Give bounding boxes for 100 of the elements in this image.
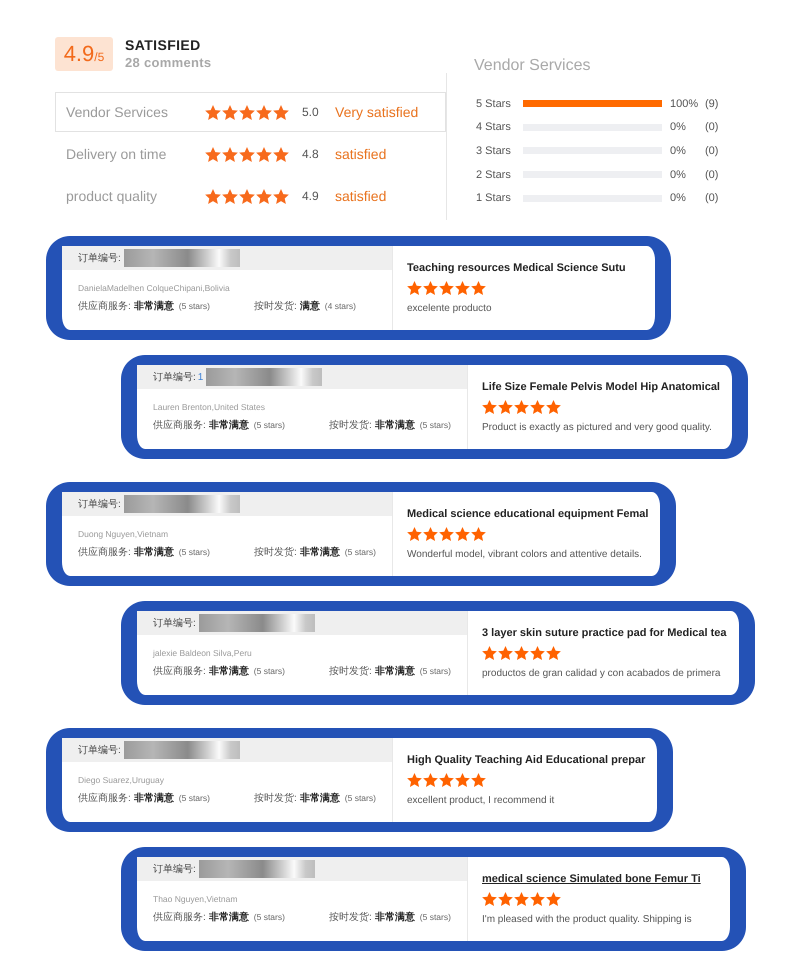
rating-label: 按时发货: xyxy=(254,792,297,805)
rating-value: 非常满意 xyxy=(300,546,340,559)
rating-label: 按时发货: xyxy=(329,664,372,678)
star-icon xyxy=(498,892,513,906)
rating-value: 非常满意 xyxy=(208,910,249,924)
star-icon xyxy=(407,281,422,295)
star-icon xyxy=(471,527,486,541)
star-icon xyxy=(273,146,289,162)
reviewer-name: Thao Nguyen,Vietnam xyxy=(153,893,238,905)
star-icon xyxy=(239,146,255,162)
star-icon xyxy=(205,146,221,162)
star-level-label: 3 Stars xyxy=(475,144,512,157)
rating-value: 非常满意 xyxy=(134,300,174,313)
star-icon xyxy=(482,646,497,660)
rating-label: 供应商服务: xyxy=(78,546,131,559)
star-icon xyxy=(205,104,221,120)
order-number-label: 订单编号: xyxy=(78,498,121,511)
product-title[interactable]: Teaching resources Medical Science Sutu xyxy=(407,261,626,275)
order-number-label: 订单编号: xyxy=(153,862,196,876)
star-icon xyxy=(423,773,438,787)
rating-verdict: satisfied xyxy=(335,188,386,204)
order-number-label: 订单编号: xyxy=(153,616,196,630)
rating-note: (5 stars) xyxy=(420,912,451,922)
rating-note: (5 stars) xyxy=(420,420,451,430)
rating-label: 供应商服务: xyxy=(153,910,206,924)
count-label: (9) xyxy=(705,98,718,110)
rating-label: 供应商服务: xyxy=(78,792,131,805)
reviewer-name: Duong Nguyen,Vietnam xyxy=(78,528,168,540)
rating-verdict: Very satisfied xyxy=(335,104,418,120)
rating-note: (4 stars) xyxy=(324,301,356,311)
review-comment: Product is exactly as pictured and very good quality. xyxy=(482,421,712,434)
count-label: (0) xyxy=(705,168,718,181)
reviewer-name: Diego Suarez,Uruguay xyxy=(78,774,164,786)
score-max: /5 xyxy=(94,50,104,64)
rating-note: (5 stars) xyxy=(420,666,451,676)
star-level-label: 2 Stars xyxy=(475,168,512,181)
review-comment: I'm pleased with the product quality. Shipping is xyxy=(482,913,692,926)
star-icon xyxy=(546,892,561,906)
review-comment: excelente producto xyxy=(407,302,492,315)
star-icon xyxy=(273,104,289,120)
rating-value: 非常满意 xyxy=(374,910,415,924)
star-icon xyxy=(222,146,238,162)
rating-label: Vendor Services xyxy=(65,104,169,120)
rating-note: (5 stars) xyxy=(344,793,376,803)
percent-label: 0% xyxy=(670,121,687,134)
product-title[interactable]: 3 layer skin suture practice pad for Medical tea xyxy=(482,626,727,640)
overall-verdict: SATISFIED xyxy=(125,37,202,54)
star-icon xyxy=(439,281,454,295)
star-icon xyxy=(546,400,561,414)
star-icon xyxy=(256,188,272,204)
rating-score: 5.0 xyxy=(302,105,320,119)
reviewer-name: DanielaMadelhen ColqueChipani,Bolivia xyxy=(78,282,230,294)
order-number: 1 xyxy=(198,372,204,382)
product-title[interactable]: medical science Simulated bone Femur Ti xyxy=(482,872,701,886)
rating-value: 非常满意 xyxy=(300,792,340,805)
star-icon xyxy=(546,646,561,660)
star-icon xyxy=(530,646,545,660)
star-icon xyxy=(423,527,438,541)
count-label: (0) xyxy=(705,192,718,204)
star-icon xyxy=(455,527,470,541)
star-icon xyxy=(482,400,497,414)
star-icon xyxy=(439,527,454,541)
rating-label: product quality xyxy=(65,188,158,204)
star-level-label: 4 Stars xyxy=(475,121,512,134)
comment-count: 28 comments xyxy=(125,54,212,71)
rating-value: 非常满意 xyxy=(208,664,249,678)
rating-value: 非常满意 xyxy=(374,418,415,432)
star-icon xyxy=(439,773,454,787)
product-title[interactable]: High Quality Teaching Aid Educational prepar xyxy=(407,753,646,767)
star-icon xyxy=(514,400,529,414)
rating-label: Delivery on time xyxy=(65,146,168,162)
star-icon xyxy=(423,281,438,295)
product-title[interactable]: Medical science educational equipment Femal xyxy=(407,507,648,521)
star-icon xyxy=(239,188,255,204)
star-icon xyxy=(498,400,513,414)
rating-row[interactable]: product quality 4.9 satisfied xyxy=(55,176,446,216)
product-title[interactable]: Life Size Female Pelvis Model Hip Anatomical xyxy=(482,380,720,394)
star-icon xyxy=(407,527,422,541)
order-number-label: 订单编号: xyxy=(78,744,121,757)
rating-value: 非常满意 xyxy=(134,792,174,805)
rating-label: 供应商服务: xyxy=(78,300,131,313)
rating-row[interactable]: Delivery on time 4.8 satisfied xyxy=(55,134,446,174)
review-comment: excellent product, I recommend it xyxy=(407,794,554,807)
percent-label: 0% xyxy=(670,168,687,181)
percent-label: 100% xyxy=(670,98,700,110)
star-icon xyxy=(256,146,272,162)
star-icon xyxy=(222,104,238,120)
star-icon xyxy=(530,400,545,414)
order-number-label: 订单编号: xyxy=(78,252,121,265)
percent-label: 0% xyxy=(670,192,687,204)
star-icon xyxy=(407,773,422,787)
percent-label: 0% xyxy=(670,144,687,157)
rating-note: (5 stars) xyxy=(254,666,285,676)
star-icon xyxy=(205,188,221,204)
rating-row[interactable]: Vendor Services 5.0 Very satisfied xyxy=(55,92,446,132)
rating-note: (5 stars) xyxy=(178,301,210,311)
rating-value: 非常满意 xyxy=(134,546,174,559)
rating-value: 非常满意 xyxy=(208,418,249,432)
rating-label: 按时发货: xyxy=(254,300,297,313)
rating-label: 按时发货: xyxy=(329,418,372,432)
